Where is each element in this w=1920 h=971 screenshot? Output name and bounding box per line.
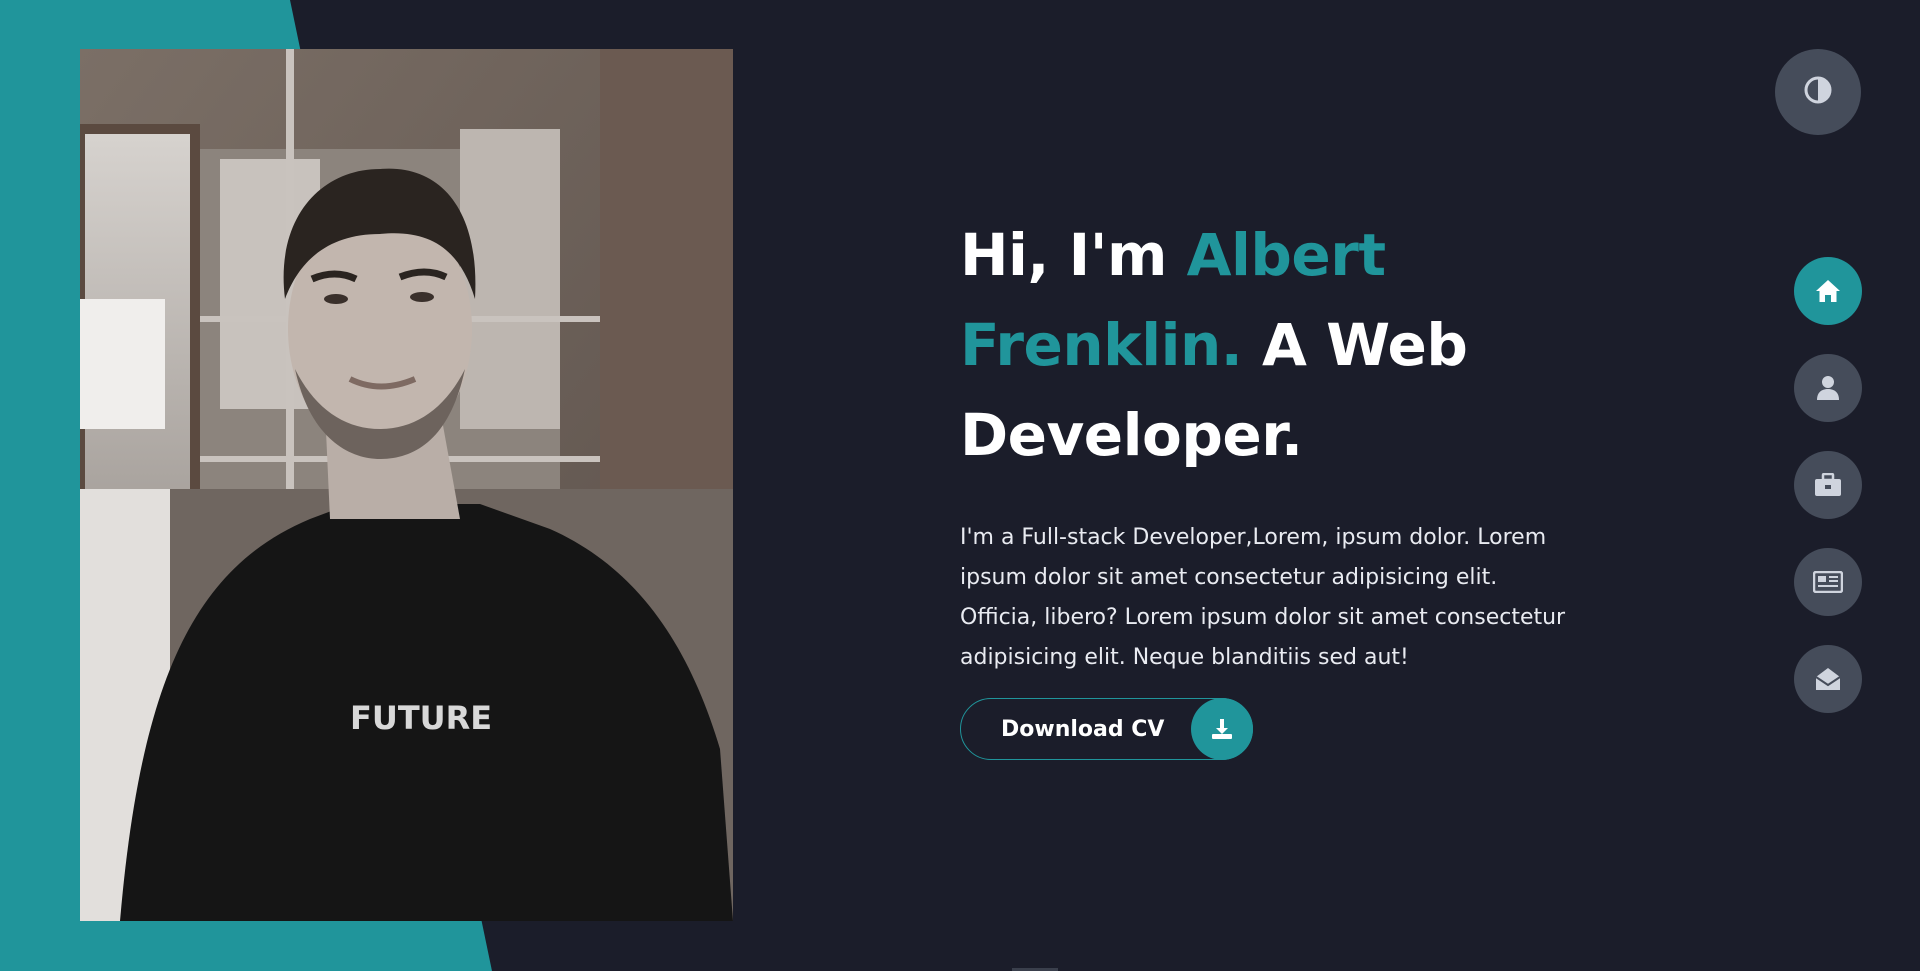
contrast-icon [1803, 75, 1833, 109]
theme-toggle-button[interactable] [1775, 49, 1861, 135]
side-navigation [1794, 257, 1862, 742]
hero-headline: Hi, I'm Albert Frenklin. A Web Developer… [960, 210, 1600, 480]
download-icon [1191, 698, 1253, 760]
nav-item-portfolio[interactable] [1794, 451, 1862, 519]
user-icon [1816, 375, 1840, 401]
greeting-text: Hi, I'm [960, 221, 1187, 289]
download-cv-button[interactable]: Download CV [960, 698, 1253, 760]
newspaper-icon [1813, 571, 1843, 593]
nav-item-contact[interactable] [1794, 645, 1862, 713]
page: FUTURE Hi, I'm Albert Frenklin. A Web De… [0, 0, 1920, 971]
briefcase-icon [1814, 473, 1842, 497]
hero-section: Hi, I'm Albert Frenklin. A Web Developer… [960, 210, 1600, 760]
profile-photo-image: FUTURE [80, 49, 733, 921]
home-icon [1814, 278, 1842, 304]
profile-photo: FUTURE [80, 49, 733, 921]
nav-item-about[interactable] [1794, 354, 1862, 422]
intro-paragraph: I'm a Full-stack Developer,Lorem, ipsum … [960, 525, 1566, 670]
envelope-open-icon [1814, 666, 1842, 692]
shirt-print: FUTURE [350, 699, 492, 737]
download-cv-label: Download CV [1001, 716, 1165, 742]
nav-item-home[interactable] [1794, 257, 1862, 325]
nav-item-blog[interactable] [1794, 548, 1862, 616]
